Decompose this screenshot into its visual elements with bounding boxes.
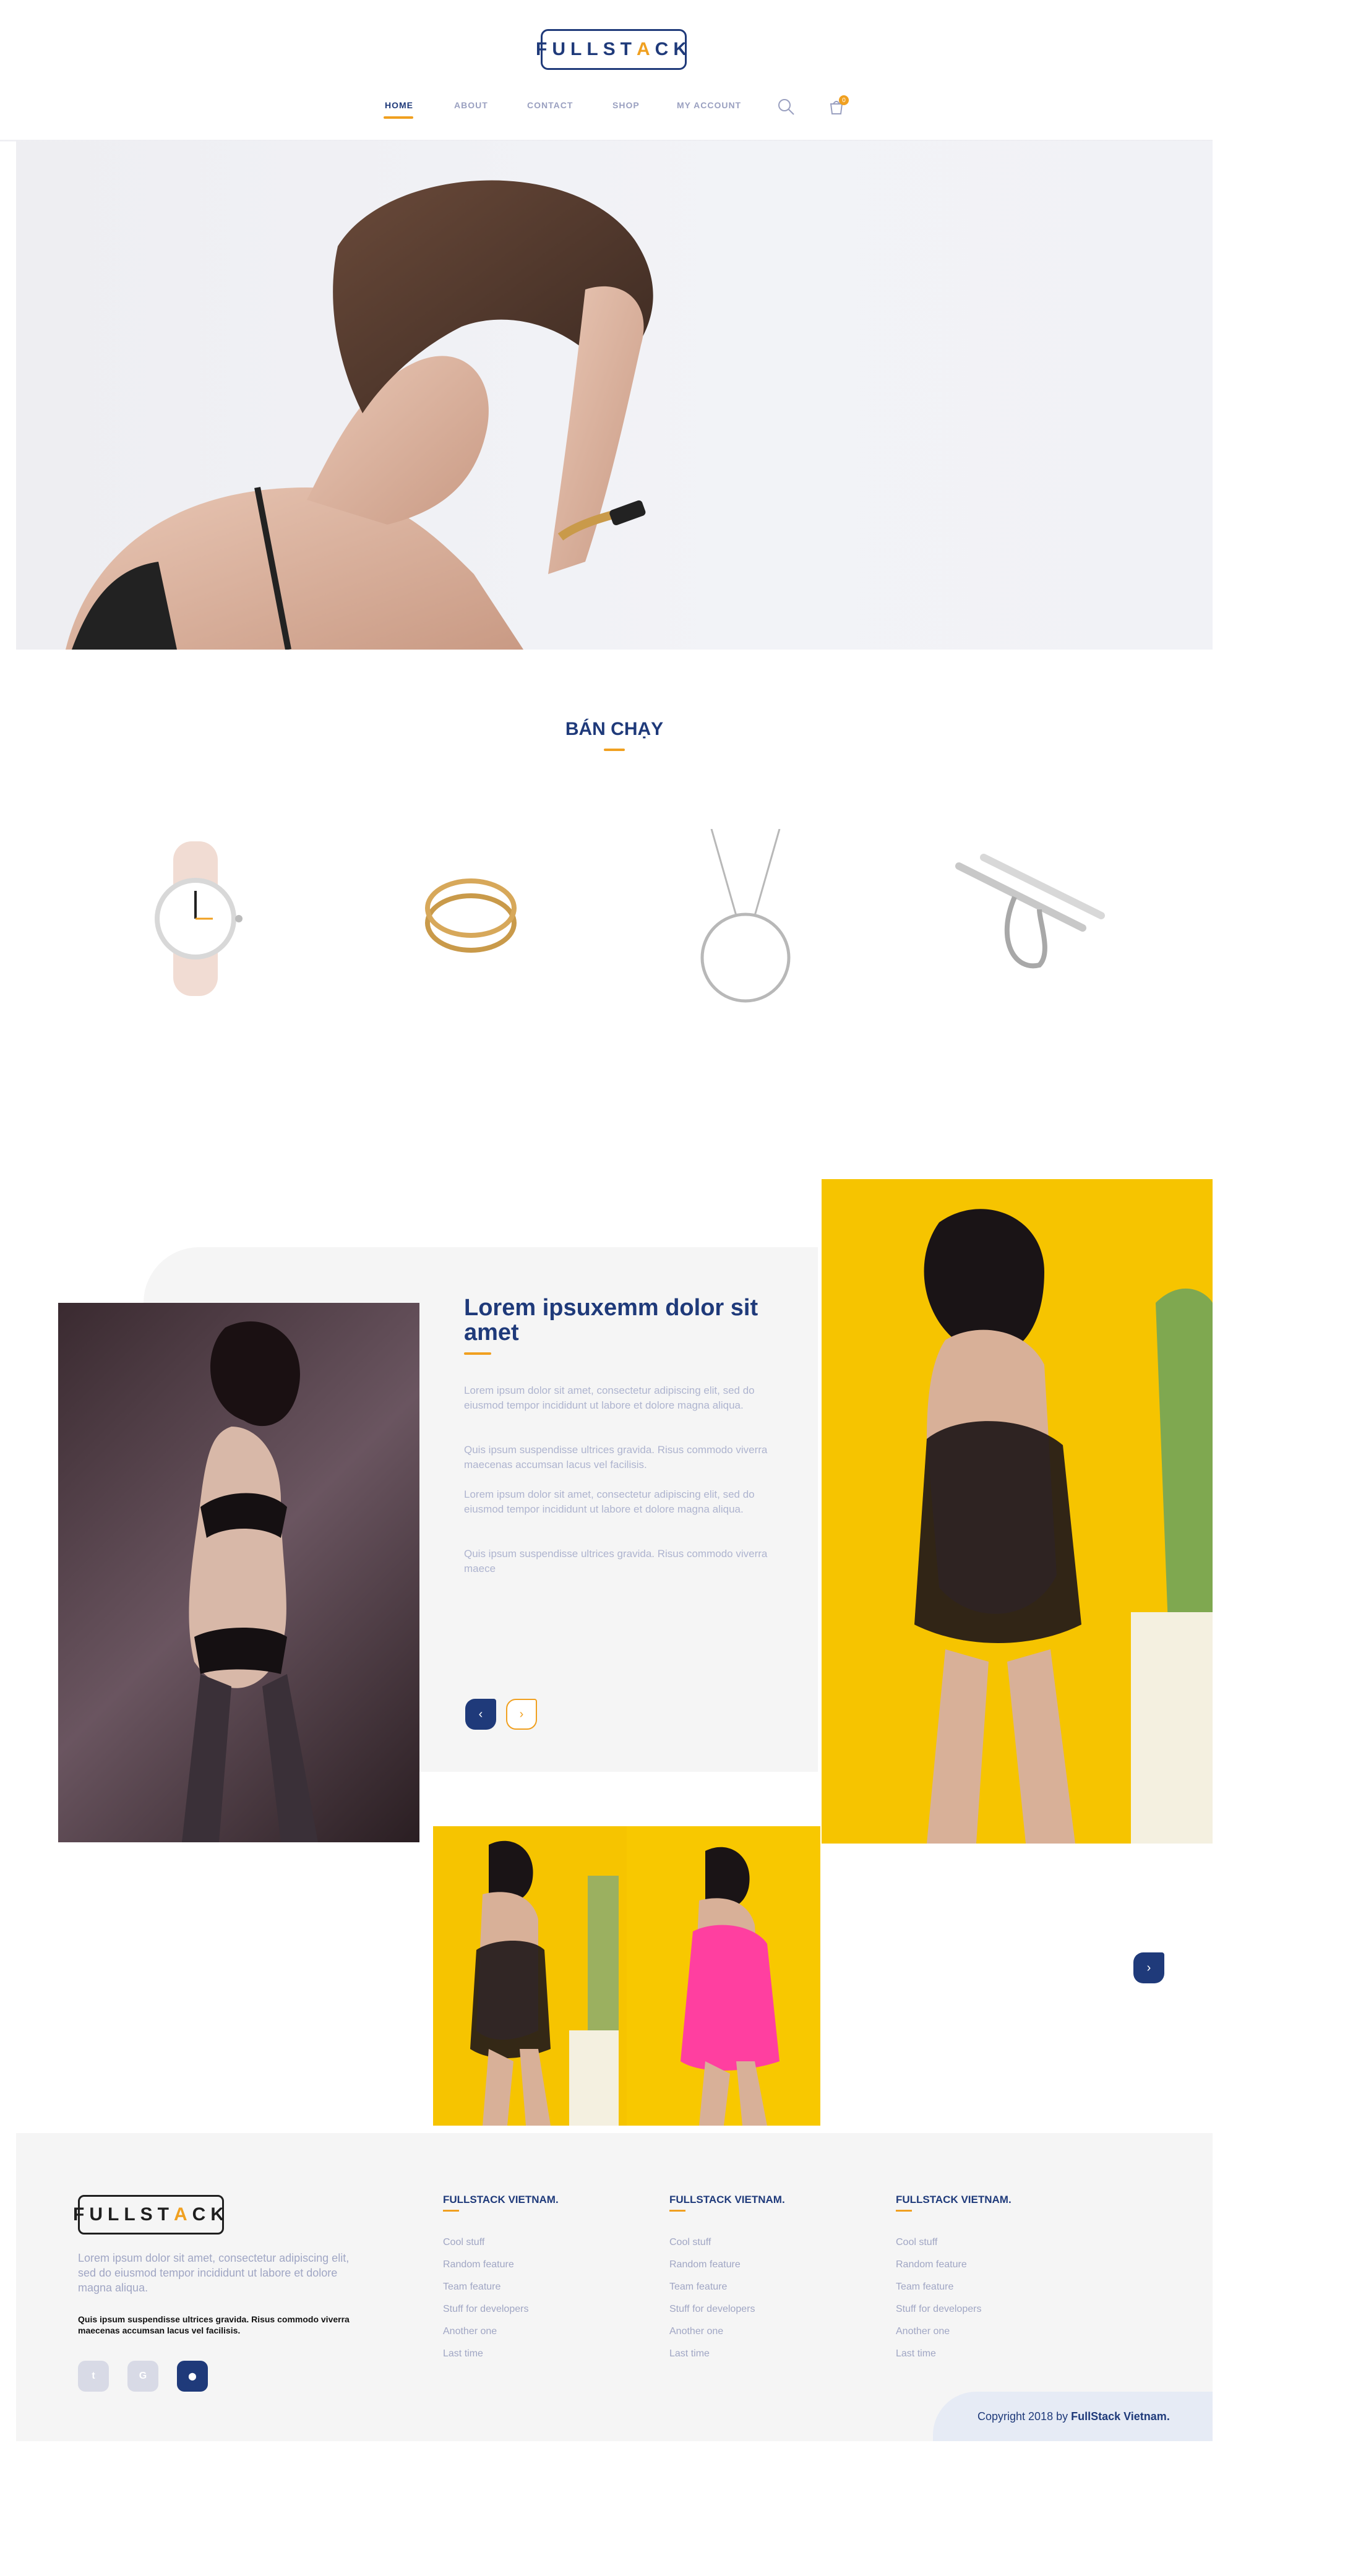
nav-home[interactable]: HOME bbox=[385, 100, 413, 110]
gallery-next-button[interactable]: › bbox=[1133, 1952, 1164, 1983]
footer-col3-link[interactable]: Team feature bbox=[896, 2282, 953, 2293]
footer-description: Lorem ipsum dolor sit amet, consectetur … bbox=[78, 2252, 350, 2294]
necklace-image bbox=[700, 828, 791, 1003]
twitter-icon[interactable]: t bbox=[78, 2361, 109, 2392]
promo-title: Lorem ipsuxemm dolor sit amet bbox=[464, 1295, 758, 1346]
footer-col1-link[interactable]: Cool stuff bbox=[443, 2237, 484, 2248]
twitter-glyph: t bbox=[92, 2371, 95, 2381]
copyright-text: Copyright 2018 by FullStack Vietnam. bbox=[977, 2410, 1170, 2423]
promo-image-lingerie-dark bbox=[58, 1303, 419, 1842]
footer-col2-link[interactable]: Team feature bbox=[669, 2282, 727, 2293]
footer-col3-underline bbox=[896, 2210, 912, 2212]
product-necklace[interactable] bbox=[693, 828, 798, 1008]
promo-paragraph-3: Lorem ipsum dolor sit amet, consectetur … bbox=[464, 1488, 755, 1515]
watch-image bbox=[155, 841, 243, 996]
footer-col3-link[interactable]: Stuff for developers bbox=[896, 2304, 981, 2315]
footer-col2-link[interactable]: Random feature bbox=[669, 2259, 741, 2270]
footer-logo-text-b: A bbox=[173, 2204, 192, 2225]
footer-col1-link[interactable]: Team feature bbox=[443, 2282, 500, 2293]
footer-col1-link[interactable]: Another one bbox=[443, 2326, 497, 2337]
footer-col3-link[interactable]: Last time bbox=[896, 2348, 936, 2359]
github-icon[interactable]: ⬤ bbox=[177, 2361, 208, 2392]
nav-contact[interactable]: CONTACT bbox=[527, 100, 573, 110]
github-glyph: ⬤ bbox=[188, 2372, 197, 2381]
footer-col1-link[interactable]: Last time bbox=[443, 2348, 483, 2359]
promo-paragraph-4: Quis ipsum suspendisse ultrices gravida.… bbox=[464, 1548, 768, 1574]
product-spiral-ring[interactable] bbox=[418, 866, 523, 965]
promo-paragraph-1: Lorem ipsum dolor sit amet, consectetur … bbox=[464, 1385, 755, 1411]
product-bar-ring[interactable] bbox=[947, 854, 1107, 977]
footer-col1-title: FULLSTACK VIETNAM. bbox=[443, 2194, 559, 2205]
hero-banner bbox=[16, 141, 1213, 650]
logo-text-a: FULLST bbox=[536, 39, 637, 59]
google-glyph: G bbox=[139, 2371, 147, 2381]
spiral-ring-image bbox=[425, 878, 517, 953]
copyright-prefix: Copyright 2018 by bbox=[977, 2410, 1072, 2423]
promo-title-underline bbox=[464, 1352, 491, 1355]
footer-logo-text-c: CK bbox=[192, 2204, 229, 2225]
footer-logo-text-a: FULLST bbox=[73, 2204, 174, 2225]
product-watch[interactable] bbox=[148, 841, 247, 996]
google-icon[interactable]: G bbox=[127, 2361, 158, 2392]
footer-logo[interactable]: FULLST A CK bbox=[73, 2195, 224, 2235]
promo-paragraph-2: Quis ipsum suspendisse ultrices gravida.… bbox=[464, 1444, 768, 1470]
cart-badge: 0 bbox=[839, 95, 849, 105]
promo-image-duo bbox=[433, 1826, 820, 2126]
footer-col1-underline bbox=[443, 2210, 459, 2212]
logo-text-b: A bbox=[636, 39, 655, 59]
search-icon[interactable] bbox=[777, 98, 796, 116]
footer-col2-link[interactable]: Another one bbox=[669, 2326, 723, 2337]
nav-about[interactable]: ABOUT bbox=[454, 100, 488, 110]
nav-active-underline bbox=[384, 116, 413, 119]
bestseller-title: BÁN CHẠY bbox=[565, 719, 664, 739]
footer-col2-title: FULLSTACK VIETNAM. bbox=[669, 2194, 785, 2205]
footer-col3-link[interactable]: Random feature bbox=[896, 2259, 967, 2270]
promo-prev-button[interactable]: ‹ bbox=[465, 1699, 496, 1730]
hero-model-image bbox=[66, 180, 653, 650]
cart-icon[interactable]: 0 bbox=[828, 95, 849, 116]
promo-image-yellow-large bbox=[822, 1179, 1213, 1844]
footer-col2-link[interactable]: Last time bbox=[669, 2348, 710, 2359]
bestseller-underline bbox=[604, 749, 625, 751]
footer-col3-title: FULLSTACK VIETNAM. bbox=[896, 2194, 1012, 2205]
footer-col1-link[interactable]: Stuff for developers bbox=[443, 2304, 528, 2315]
footer-col2-link[interactable]: Stuff for developers bbox=[669, 2304, 755, 2315]
copyright-brand[interactable]: FullStack Vietnam. bbox=[1071, 2410, 1170, 2423]
footer-col3-link[interactable]: Another one bbox=[896, 2326, 950, 2337]
promo-next-button[interactable]: › bbox=[506, 1699, 537, 1730]
footer-col2-underline bbox=[669, 2210, 685, 2212]
footer-bold-text: Quis ipsum suspendisse ultrices gravida.… bbox=[78, 2314, 350, 2335]
brand-logo[interactable]: FULLST A CK bbox=[536, 29, 687, 70]
nav-shop[interactable]: SHOP bbox=[612, 100, 640, 110]
bar-ring-image bbox=[955, 854, 1105, 969]
footer-col2-link[interactable]: Cool stuff bbox=[669, 2237, 711, 2248]
footer-col3-link[interactable]: Cool stuff bbox=[896, 2237, 937, 2248]
footer-col1-link[interactable]: Random feature bbox=[443, 2259, 514, 2270]
nav-my-account[interactable]: MY ACCOUNT bbox=[677, 100, 741, 110]
logo-text-c: CK bbox=[655, 39, 692, 59]
